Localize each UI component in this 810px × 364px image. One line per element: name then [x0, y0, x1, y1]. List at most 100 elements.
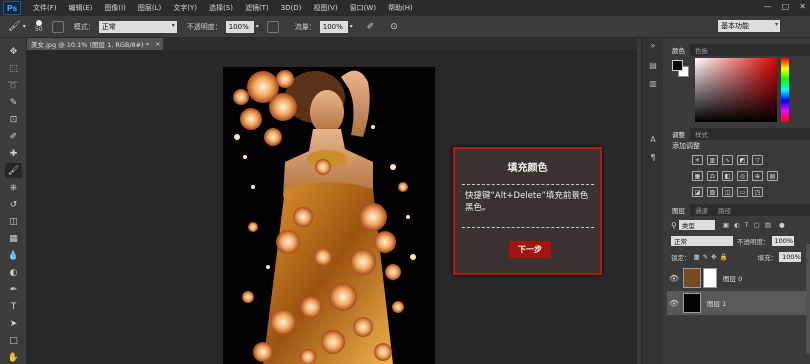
close-tab-icon[interactable]: × — [155, 40, 160, 48]
blur-tool[interactable]: 💧 — [5, 248, 22, 263]
panel-collapse-icon[interactable]: » — [647, 40, 659, 51]
threshold-icon[interactable]: ◫ — [722, 187, 733, 197]
lock-transparent-icon[interactable]: ▦ — [694, 253, 700, 261]
airbrush-icon[interactable]: ✐ — [367, 22, 375, 32]
eyedropper-tool[interactable]: ✐ — [5, 129, 22, 144]
color-lookup-icon[interactable]: ▤ — [767, 171, 778, 181]
crop-tool[interactable]: ⊡ — [5, 112, 22, 127]
menu-select[interactable]: 选择(S) — [209, 3, 233, 13]
gradient-map-icon[interactable]: ▭ — [737, 187, 748, 197]
clone-stamp-tool[interactable]: ⎈ — [5, 180, 22, 195]
color-balance-icon[interactable]: ⚖ — [707, 171, 718, 181]
color-field[interactable] — [695, 58, 777, 122]
menu-3d[interactable]: 3D(D) — [281, 4, 302, 12]
layers-scrollbar[interactable] — [806, 244, 810, 354]
quick-selection-tool[interactable]: ✎ — [5, 95, 22, 110]
filter-smart-icon[interactable]: ▤ — [765, 221, 771, 229]
lock-all-icon[interactable]: 🔒 — [720, 253, 728, 261]
gradient-tool[interactable]: ▦ — [5, 231, 22, 246]
layer-row[interactable]: 👁 图层 0 — [667, 266, 810, 290]
channel-mixer-icon[interactable]: ⊕ — [752, 171, 763, 181]
lasso-tool[interactable]: ➰ — [5, 78, 22, 93]
menu-filter[interactable]: 滤镜(T) — [245, 3, 269, 13]
properties-icon[interactable]: ▥ — [647, 78, 659, 89]
close-icon[interactable]: ✕ — [799, 2, 806, 11]
chevron-down-icon[interactable]: ▾ — [23, 23, 26, 30]
brightness-icon[interactable]: ☀ — [692, 155, 703, 165]
filter-shape-icon[interactable]: ▢ — [754, 221, 760, 229]
brush-panel-icon[interactable] — [51, 20, 64, 33]
posterize-icon[interactable]: ▧ — [707, 187, 718, 197]
tab-styles[interactable]: 样式 — [690, 128, 713, 140]
lock-position-icon[interactable]: ✥ — [711, 253, 716, 261]
menu-view[interactable]: 视图(V) — [313, 3, 337, 13]
pressure-opacity-icon[interactable] — [266, 20, 279, 33]
vibrance-icon[interactable]: ▽ — [752, 155, 763, 165]
eraser-tool[interactable]: ◫ — [5, 214, 22, 229]
menu-layer[interactable]: 图层(L) — [138, 3, 161, 13]
invert-icon[interactable]: ◪ — [692, 187, 703, 197]
lock-image-icon[interactable]: ✎ — [703, 253, 708, 261]
eye-icon[interactable]: 👁 — [667, 299, 681, 308]
foreground-color-swatch[interactable] — [672, 60, 683, 71]
hand-tool[interactable]: ✋ — [5, 350, 22, 364]
pen-tool[interactable]: ✒ — [5, 282, 22, 297]
tab-swatches[interactable]: 色板 — [690, 44, 713, 56]
workspace-select[interactable]: 基本功能 ▾ — [718, 20, 780, 32]
hue-saturation-icon[interactable]: ▦ — [692, 171, 703, 181]
paragraph-icon[interactable]: ¶ — [647, 152, 659, 163]
rectangle-tool[interactable]: □ — [5, 333, 22, 348]
history-brush-tool[interactable]: ↺ — [5, 197, 22, 212]
curves-icon[interactable]: ∿ — [722, 155, 733, 165]
brush-tool-preset-icon[interactable]: 🖌 — [8, 21, 21, 32]
menu-file[interactable]: 文件(F) — [33, 3, 57, 13]
filter-pixel-icon[interactable]: ▣ — [723, 221, 729, 229]
healing-brush-tool[interactable]: ✚ — [5, 146, 22, 161]
layer-opacity-input[interactable]: 100% — [771, 236, 794, 246]
tab-color[interactable]: 颜色 — [667, 44, 690, 56]
path-selection-tool[interactable]: ➤ — [5, 316, 22, 331]
chevron-down-icon[interactable]: ▾ — [350, 23, 353, 30]
opacity-input[interactable]: 100% — [225, 20, 254, 33]
tab-layers[interactable]: 图层 — [667, 204, 690, 216]
document-tab[interactable]: 美女.jpg @ 10.1% (图层 1, RGB/8#) * × — [27, 38, 163, 50]
mode-select[interactable]: 正常 ▾ — [98, 20, 177, 33]
filter-type-icon[interactable]: T — [745, 221, 749, 229]
menu-type[interactable]: 文字(Y) — [173, 3, 197, 13]
eye-icon[interactable]: 👁 — [667, 274, 681, 283]
blend-mode-select[interactable]: 正常 — [671, 236, 733, 246]
document-image[interactable] — [223, 67, 435, 364]
levels-icon[interactable]: ▥ — [707, 155, 718, 165]
brush-size-picker[interactable]: 50 — [32, 19, 46, 35]
tab-channels[interactable]: 通道 — [690, 204, 713, 216]
next-step-button[interactable]: 下一步 — [509, 241, 551, 258]
character-icon[interactable]: A — [647, 134, 659, 145]
brush-tool[interactable]: 🖌 — [5, 163, 22, 178]
menu-edit[interactable]: 编辑(E) — [69, 3, 93, 13]
menu-help[interactable]: 帮助(H) — [388, 3, 413, 13]
tab-adjustments[interactable]: 调整 — [667, 128, 690, 140]
type-tool[interactable]: T — [5, 299, 22, 314]
tab-paths[interactable]: 路径 — [713, 204, 736, 216]
marquee-tool[interactable]: ⬚ — [5, 61, 22, 76]
black-white-icon[interactable]: ◧ — [722, 171, 733, 181]
photo-filter-icon[interactable]: ◎ — [737, 171, 748, 181]
foreground-background-colors[interactable] — [672, 60, 692, 80]
menu-window[interactable]: 窗口(W) — [350, 3, 376, 13]
maximize-icon[interactable]: □ — [782, 2, 790, 11]
chevron-down-icon[interactable]: ▾ — [256, 23, 259, 30]
layer-row[interactable]: 👁 图层 1 — [667, 291, 810, 315]
selective-color-icon[interactable]: ◳ — [752, 187, 763, 197]
minimize-icon[interactable]: — — [764, 2, 772, 11]
move-tool[interactable]: ✥ — [5, 44, 22, 59]
history-icon[interactable]: ▤ — [647, 60, 659, 71]
filter-toggle-icon[interactable]: ● — [779, 221, 785, 229]
layer-kind-select[interactable]: 类型 — [678, 220, 715, 230]
fill-input[interactable]: 100% — [779, 252, 802, 262]
flow-input[interactable]: 100% — [319, 20, 348, 33]
hue-slider[interactable] — [781, 58, 789, 122]
pressure-size-icon[interactable]: ⊙ — [390, 22, 398, 32]
menu-image[interactable]: 图像(I) — [104, 3, 126, 13]
filter-adjust-icon[interactable]: ◐ — [734, 221, 740, 229]
exposure-icon[interactable]: ◩ — [737, 155, 748, 165]
